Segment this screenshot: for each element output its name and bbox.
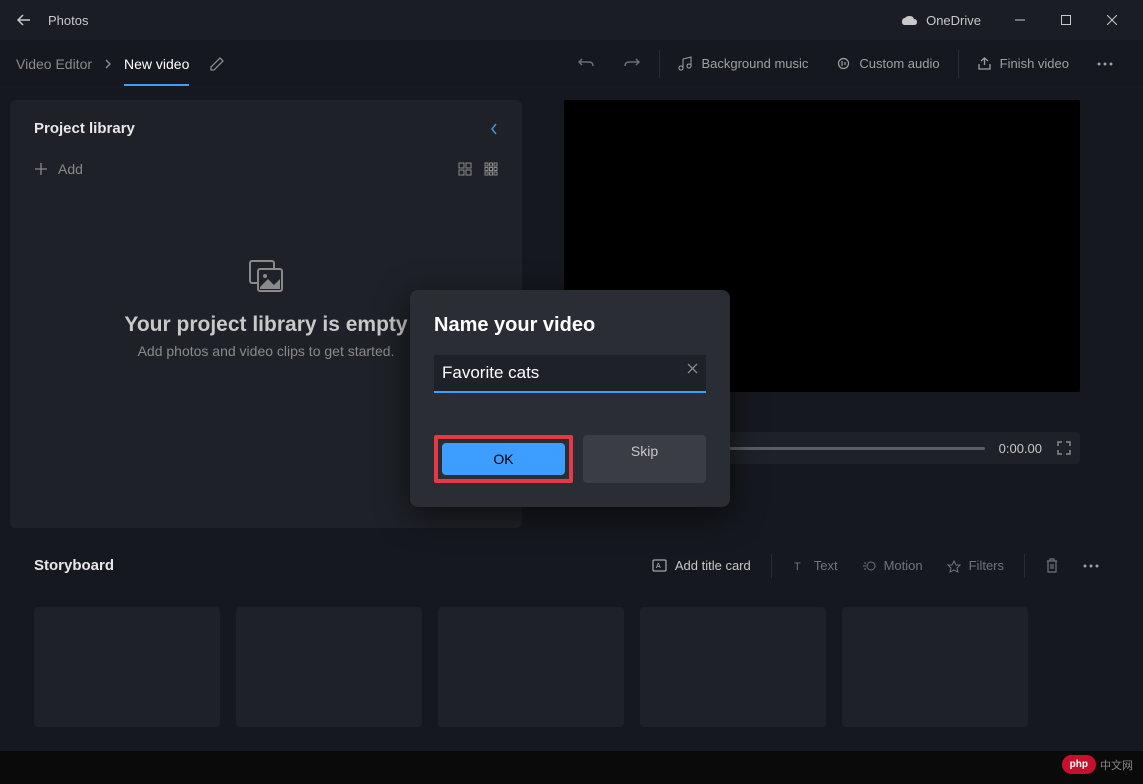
add-label: Add	[58, 161, 83, 177]
fullscreen-icon	[1056, 440, 1072, 456]
ok-button[interactable]: OK	[442, 443, 565, 475]
highlight-annotation: OK	[434, 435, 573, 483]
media-icon	[246, 257, 286, 297]
grid-large-icon	[458, 162, 472, 176]
add-title-card-label: Add title card	[675, 558, 751, 573]
cloud-icon	[900, 14, 918, 26]
svg-text:T: T	[794, 561, 801, 573]
breadcrumb: Video Editor New video	[16, 42, 225, 86]
title-card-icon: A	[652, 559, 667, 572]
fullscreen-button[interactable]	[1056, 440, 1072, 456]
watermark-badge: php	[1062, 755, 1096, 774]
delete-button[interactable]	[1035, 552, 1069, 579]
text-button[interactable]: T Text	[782, 552, 848, 579]
view-large-button[interactable]	[458, 162, 472, 176]
total-time: 0:00.00	[999, 441, 1042, 456]
library-title: Project library	[34, 120, 135, 137]
divider	[1024, 554, 1025, 578]
filters-button[interactable]: Filters	[937, 552, 1014, 579]
redo-icon	[623, 55, 641, 73]
close-icon	[1107, 15, 1117, 25]
maximize-button[interactable]	[1043, 4, 1089, 36]
clip-slot[interactable]	[34, 607, 220, 727]
pencil-icon	[209, 56, 225, 72]
clear-input-button[interactable]	[687, 363, 698, 374]
motion-button[interactable]: Motion	[852, 552, 933, 579]
divider	[771, 554, 772, 578]
clip-slot[interactable]	[842, 607, 1028, 727]
watermark-text: 中文网	[1100, 757, 1133, 773]
rename-button[interactable]	[209, 56, 225, 72]
breadcrumb-root[interactable]: Video Editor	[16, 56, 92, 72]
motion-label: Motion	[884, 558, 923, 573]
window-controls	[997, 4, 1135, 36]
finish-video-label: Finish video	[1000, 56, 1069, 71]
maximize-icon	[1061, 15, 1071, 25]
toolbar: Video Editor New video Background music …	[0, 40, 1143, 88]
bg-music-label: Background music	[701, 56, 808, 71]
grid-small-icon	[484, 162, 498, 176]
bg-music-button[interactable]: Background music	[664, 48, 822, 79]
clip-slot[interactable]	[236, 607, 422, 727]
onedrive-label: OneDrive	[926, 13, 981, 28]
dialog-title: Name your video	[434, 314, 706, 337]
minimize-icon	[1015, 15, 1025, 25]
custom-audio-label: Custom audio	[859, 56, 939, 71]
chevron-right-icon	[104, 59, 112, 69]
titlebar: Photos OneDrive	[0, 0, 1143, 40]
library-collapse-button[interactable]	[490, 122, 498, 136]
back-button[interactable]	[8, 4, 40, 36]
onedrive-status[interactable]: OneDrive	[900, 13, 981, 28]
divider	[659, 50, 660, 78]
svg-text:A: A	[656, 563, 661, 570]
video-name-input[interactable]	[434, 355, 706, 393]
add-media-button[interactable]: Add	[34, 161, 83, 177]
storyboard-title: Storyboard	[34, 557, 114, 574]
plus-icon	[34, 162, 48, 176]
more-icon	[1097, 62, 1113, 66]
x-icon	[687, 363, 698, 374]
text-icon: T	[792, 559, 806, 573]
more-storyboard-button[interactable]	[1073, 558, 1109, 574]
undo-icon	[577, 55, 595, 73]
finish-video-button[interactable]: Finish video	[963, 48, 1083, 79]
skip-button[interactable]: Skip	[583, 435, 706, 483]
clip-slot[interactable]	[640, 607, 826, 727]
add-title-card-button[interactable]: A Add title card	[642, 552, 761, 579]
minimize-button[interactable]	[997, 4, 1043, 36]
more-button[interactable]	[1083, 54, 1127, 74]
watermark: php 中文网	[1062, 755, 1133, 774]
storyboard-clips	[34, 607, 1109, 727]
music-icon	[678, 56, 693, 71]
storyboard-section: Storyboard A Add title card T Text Motio…	[0, 528, 1143, 751]
filters-label: Filters	[969, 558, 1004, 573]
view-small-button[interactable]	[484, 162, 498, 176]
text-label: Text	[814, 558, 838, 573]
audio-icon	[836, 56, 851, 71]
export-icon	[977, 56, 992, 71]
divider	[958, 50, 959, 78]
close-button[interactable]	[1089, 4, 1135, 36]
redo-button[interactable]	[609, 47, 655, 81]
filters-icon	[947, 559, 961, 573]
trash-icon	[1045, 558, 1059, 573]
breadcrumb-current[interactable]: New video	[124, 56, 189, 86]
undo-button[interactable]	[563, 47, 609, 81]
name-video-dialog: Name your video OK Skip	[410, 290, 730, 507]
arrow-left-icon	[16, 12, 32, 28]
clip-slot[interactable]	[438, 607, 624, 727]
app-title: Photos	[48, 13, 900, 28]
chevron-left-icon	[490, 122, 498, 136]
custom-audio-button[interactable]: Custom audio	[822, 48, 953, 79]
motion-icon	[862, 559, 876, 573]
more-icon	[1083, 564, 1099, 568]
